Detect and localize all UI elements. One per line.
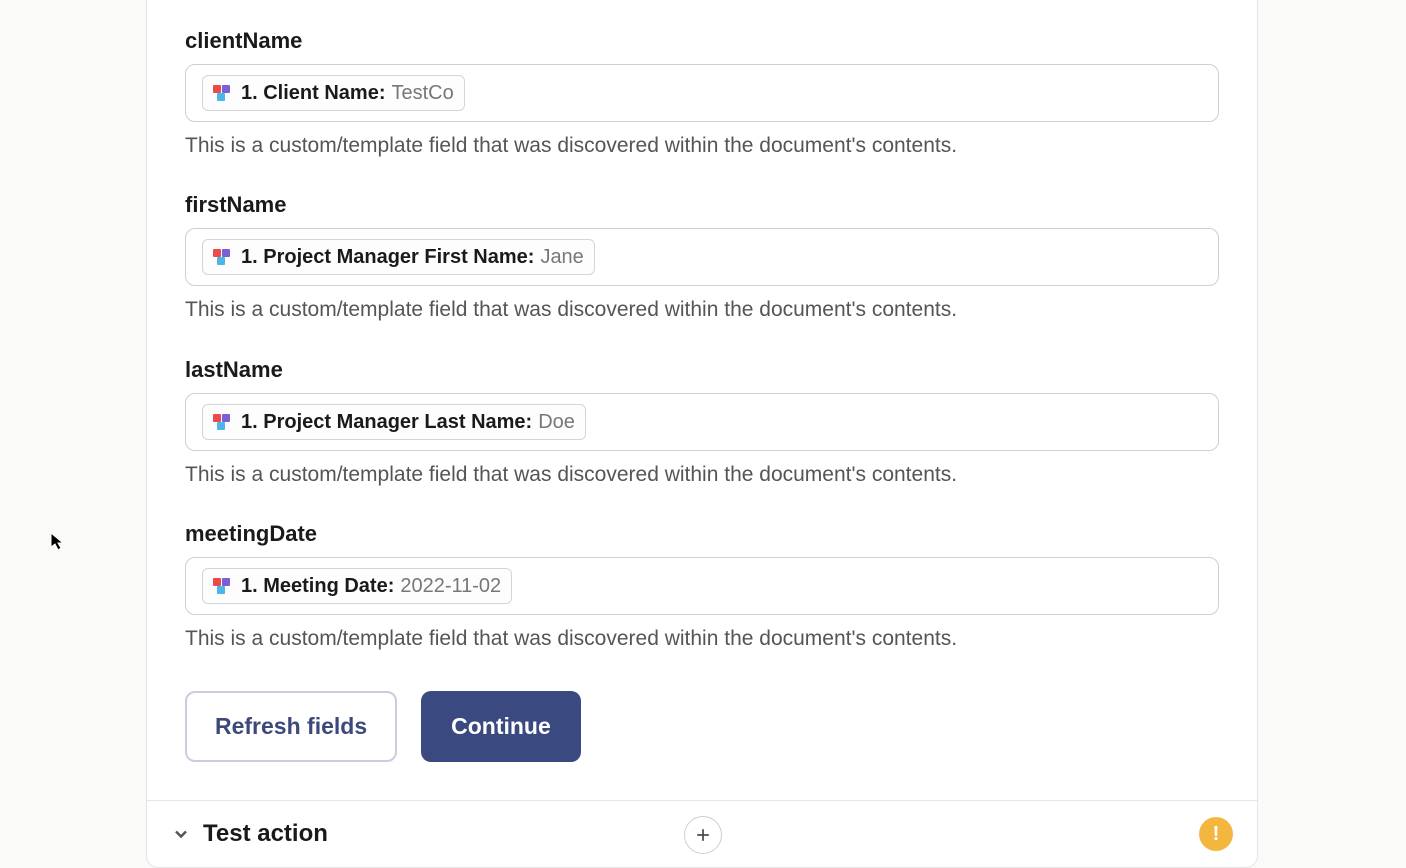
field-group-lastName: lastName 1. Project Manager Last Name: D…	[185, 357, 1219, 489]
value-pill[interactable]: 1. Client Name: TestCo	[202, 75, 465, 111]
field-label: meetingDate	[185, 521, 1219, 547]
airtable-icon	[213, 578, 233, 594]
chevron-down-icon	[171, 824, 191, 844]
continue-button[interactable]: Continue	[421, 691, 581, 762]
button-row: Refresh fields Continue	[185, 691, 1219, 762]
pill-value: Doe	[538, 410, 575, 434]
field-description: This is a custom/template field that was…	[185, 132, 1219, 160]
pill-label: 1. Project Manager Last Name:	[241, 410, 532, 434]
test-action-label: Test action	[203, 820, 328, 848]
field-group-meetingDate: meetingDate 1. Meeting Date: 2022-11-02 …	[185, 521, 1219, 653]
pill-value: TestCo	[391, 81, 453, 105]
airtable-icon	[213, 414, 233, 430]
pill-value: 2022-11-02	[400, 574, 501, 598]
pill-value: Jane	[540, 245, 583, 269]
value-pill[interactable]: 1. Project Manager First Name: Jane	[202, 239, 595, 275]
value-pill[interactable]: 1. Project Manager Last Name: Doe	[202, 404, 586, 440]
airtable-icon	[213, 249, 233, 265]
field-label: firstName	[185, 192, 1219, 218]
field-input-meetingDate[interactable]: 1. Meeting Date: 2022-11-02	[185, 557, 1219, 615]
field-label: lastName	[185, 357, 1219, 383]
field-input-firstName[interactable]: 1. Project Manager First Name: Jane	[185, 228, 1219, 286]
refresh-fields-button[interactable]: Refresh fields	[185, 691, 397, 762]
value-pill[interactable]: 1. Meeting Date: 2022-11-02	[202, 568, 512, 604]
field-description: This is a custom/template field that was…	[185, 296, 1219, 324]
plus-icon	[693, 825, 713, 845]
add-step-button[interactable]	[684, 816, 722, 854]
warning-badge-icon: !	[1199, 817, 1233, 851]
field-group-clientName: clientName 1. Client Name: TestCo This i…	[185, 28, 1219, 160]
field-input-clientName[interactable]: 1. Client Name: TestCo	[185, 64, 1219, 122]
action-card: clientName 1. Client Name: TestCo This i…	[146, 0, 1258, 868]
field-group-firstName: firstName 1. Project Manager First Name:…	[185, 192, 1219, 324]
field-description: This is a custom/template field that was…	[185, 625, 1219, 653]
field-label: clientName	[185, 28, 1219, 54]
fields-container: clientName 1. Client Name: TestCo This i…	[147, 28, 1257, 800]
pill-label: 1. Project Manager First Name:	[241, 245, 534, 269]
cursor-icon	[50, 532, 64, 552]
airtable-icon	[213, 85, 233, 101]
field-description: This is a custom/template field that was…	[185, 461, 1219, 489]
test-action-left: Test action	[171, 820, 328, 848]
pill-label: 1. Meeting Date:	[241, 574, 394, 598]
field-input-lastName[interactable]: 1. Project Manager Last Name: Doe	[185, 393, 1219, 451]
pill-label: 1. Client Name:	[241, 81, 385, 105]
